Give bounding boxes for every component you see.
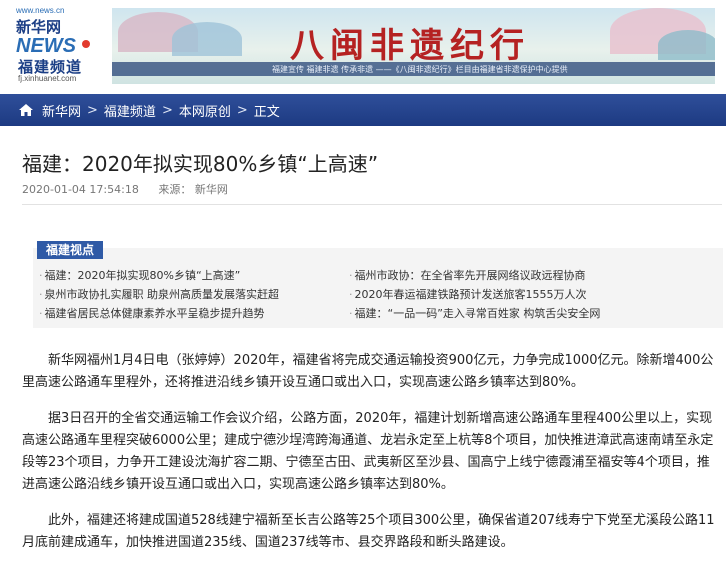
article-meta: 2020-01-04 17:54:18 来源： 新华网 — [22, 181, 228, 197]
banner-title: 八闽非遗纪行 — [290, 26, 530, 66]
title-divider — [22, 204, 722, 205]
article-paragraph: 据3日召开的全省交通运输工作会议介绍，公路方面，2020年，福建计划新增高速公路… — [22, 411, 714, 492]
umbrella-decoration-right-2 — [658, 30, 715, 60]
related-link[interactable]: 福建省居民总体健康素养水平呈稳步提升趋势 — [39, 304, 279, 323]
svg-text:NEWS: NEWS — [16, 35, 77, 56]
related-list-right: 福州市政协：在全省率先开展网络议政远程协商 2020年春运福建铁路预计发送旅客1… — [349, 266, 601, 323]
article-body: 新华网福州1月4日电（张婷婷）2020年，福建省将完成交通运输投资900亿元，力… — [22, 350, 722, 568]
article-title: 福建：2020年拟实现80%乡镇“上高速” — [22, 152, 379, 176]
umbrella-decoration-left-2 — [172, 22, 242, 56]
home-icon[interactable] — [18, 102, 34, 118]
related-link[interactable]: 泉州市政协扎实履职 助泉州高质量发展落实赶超 — [39, 285, 280, 304]
article-datetime: 2020-01-04 17:54:18 — [22, 183, 139, 196]
related-news-box: 福建：2020年拟实现80%乡镇“上高速” 泉州市政协扎实履职 助泉州高质量发展… — [33, 248, 723, 328]
article-paragraph: 新华网福州1月4日电（张婷婷）2020年，福建省将完成交通运输投资900亿元，力… — [22, 353, 714, 390]
logo-url: www.news.cn — [16, 6, 65, 15]
breadcrumb-original[interactable]: 本网原创 — [179, 101, 231, 120]
breadcrumb-xinhuanet[interactable]: 新华网 — [42, 101, 81, 120]
breadcrumb-current: 正文 — [253, 104, 280, 120]
page-header: www.news.cn 新华网 NEWS 福建频道 fj.xinhuanet.c… — [0, 0, 726, 88]
xinhua-logo[interactable]: www.news.cn 新华网 NEWS 福建频道 fj.xinhuanet.c… — [14, 6, 104, 84]
svg-text:新华网: 新华网 — [16, 18, 61, 36]
breadcrumb-bar: 新华网 > 福建频道 > 本网原创 > 正文 — [0, 94, 726, 126]
feature-banner[interactable]: 八闽非遗纪行 福建宣传 福建非遗 传承非遗 ——《八闽非遗纪行》栏目由福建省非遗… — [112, 8, 715, 84]
related-link[interactable]: 福州市政协：在全省率先开展网络议政远程协商 — [349, 266, 600, 285]
breadcrumb-separator: > — [87, 102, 98, 118]
article-paragraph: 此外，福建还将建成国道528线建宁福新至长吉公路等25个项目300公里，确保省道… — [22, 513, 715, 550]
related-link[interactable]: 2020年春运福建铁路预计发送旅客1555万人次 — [349, 285, 600, 304]
related-list-left: 福建：2020年拟实现80%乡镇“上高速” 泉州市政协扎实履职 助泉州高质量发展… — [39, 266, 280, 323]
news-logo-mark: 新华网 NEWS — [16, 18, 90, 56]
related-link[interactable]: 福建：2020年拟实现80%乡镇“上高速” — [39, 266, 279, 285]
logo-sub-url: fj.xinhuanet.com — [18, 74, 77, 83]
related-link[interactable]: 福建：“一品一码”走入寻常百姓家 构筑舌尖安全网 — [349, 304, 601, 323]
related-tag: 福建视点 — [37, 241, 103, 259]
breadcrumb-separator: > — [161, 102, 173, 118]
banner-strip-text: 福建宣传 福建非遗 传承非遗 ——《八闽非遗纪行》栏目由福建省非遗保护中心提供 — [272, 65, 568, 74]
breadcrumb-fujian-channel[interactable]: 福建频道 — [104, 101, 156, 120]
breadcrumb: 新华网 > 福建频道 > 本网原创 > 正文 — [18, 94, 280, 126]
source-label: 来源： — [158, 183, 192, 196]
breadcrumb-separator: > — [236, 102, 248, 118]
article-source: 新华网 — [194, 183, 228, 196]
